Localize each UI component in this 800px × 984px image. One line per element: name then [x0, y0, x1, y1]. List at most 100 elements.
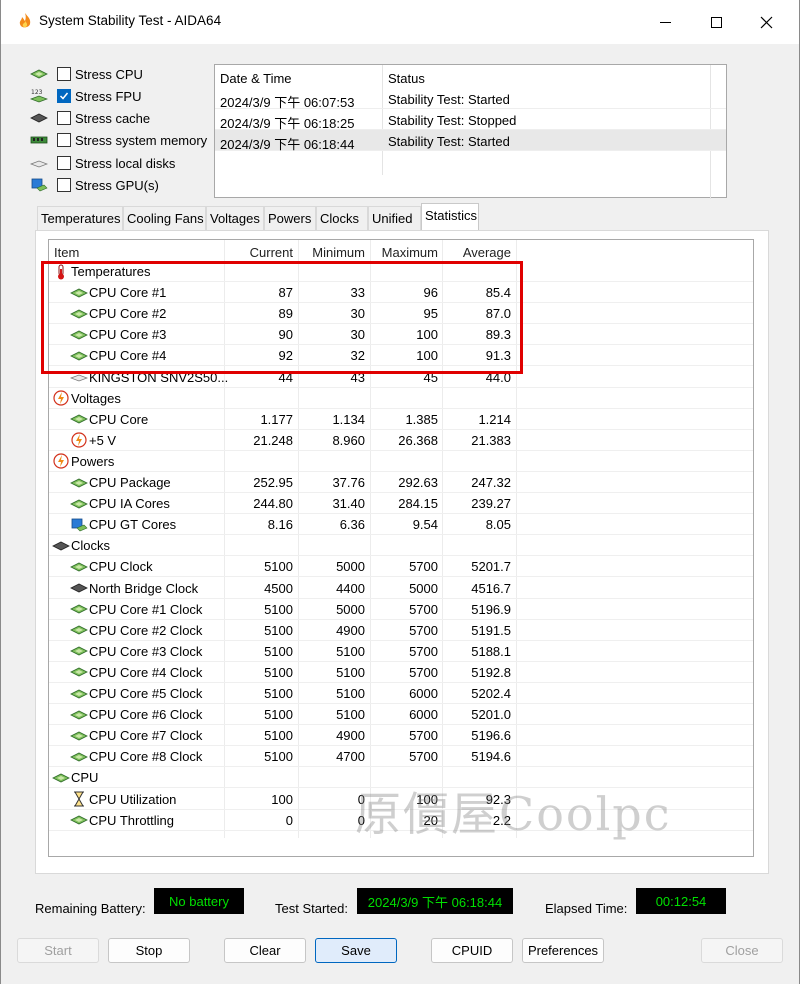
log-status: Stability Test: Stopped	[388, 113, 517, 128]
test-started-value: 2024/3/9 下午 06:18:44	[357, 888, 513, 914]
stats-item: CPU Throttling	[70, 813, 174, 828]
start-button[interactable]: Start	[17, 938, 99, 963]
tab-unified[interactable]: Unified	[368, 206, 421, 230]
tab-cooling-fans[interactable]: Cooling Fans	[123, 206, 206, 230]
stats-item: Powers	[52, 453, 114, 469]
stats-row[interactable]: CPU IA Cores 244.80 31.40 284.15 239.27	[49, 493, 753, 515]
stats-item-label: CPU Core #6 Clock	[89, 707, 203, 723]
stress-option[interactable]: Stress cache	[29, 108, 150, 128]
stats-current-value: 244.80	[253, 496, 293, 512]
log-header-status[interactable]: Status	[388, 71, 425, 86]
stats-row[interactable]: CPU Core #2 Clock 5100 4900 5700 5191.5	[49, 620, 753, 641]
cpu-chip-icon	[70, 602, 88, 616]
stress-option[interactable]: Stress local disks	[29, 153, 175, 173]
stats-row[interactable]: CPU Core #1 Clock 5100 5000 5700 5196.9	[49, 599, 753, 620]
preferences-button[interactable]: Preferences	[522, 938, 604, 963]
stress-option[interactable]: 123 Stress FPU	[29, 86, 141, 106]
stats-group-row[interactable]: Voltages	[49, 388, 753, 409]
stats-item: CPU Core #3 Clock	[70, 644, 202, 659]
close-button[interactable]: Close	[701, 938, 783, 963]
stats-item: CPU Clock	[70, 559, 153, 574]
stats-group-row[interactable]: Clocks	[49, 535, 753, 557]
stats-item: CPU Core #6 Clock	[70, 707, 202, 722]
stress-option-checkbox[interactable]	[57, 156, 71, 170]
stats-row[interactable]: CPU Core 1.177 1.134 1.385 1.214	[49, 409, 753, 430]
stress-option-checkbox[interactable]	[57, 111, 71, 125]
stats-item-label: CPU Core #2 Clock	[89, 622, 203, 638]
stats-minimum-value: 5100	[336, 686, 365, 701]
cpuid-button[interactable]: CPUID	[431, 938, 513, 963]
maximize-button[interactable]	[694, 8, 738, 36]
stop-button[interactable]: Stop	[108, 938, 190, 963]
log-row[interactable]: 2024/3/9 下午 06:18:44 Stability Test: Star…	[215, 130, 726, 152]
minimize-button[interactable]	[643, 8, 687, 36]
log-row[interactable]: 2024/3/9 下午 06:18:25 Stability Test: Stop…	[215, 109, 726, 131]
stress-option-checkbox[interactable]	[57, 89, 71, 103]
cpu-chip-icon	[70, 476, 88, 490]
stress-option-label[interactable]: Stress cache	[75, 111, 150, 126]
stats-row[interactable]: CPU Core #5 Clock 5100 5100 6000 5202.4	[49, 683, 753, 704]
cpu-chip-icon	[70, 497, 88, 511]
stats-group-row[interactable]: Powers	[49, 451, 753, 472]
stats-row[interactable]: CPU Core #7 Clock 5100 4900 5700 5196.6	[49, 725, 753, 747]
stress-option[interactable]: Stress CPU	[29, 64, 143, 84]
stress-option[interactable]: Stress GPU(s)	[29, 175, 159, 195]
stats-minimum-value: 5100	[336, 664, 365, 680]
stats-row[interactable]: CPU Clock 5100 5000 5700 5201.7	[49, 556, 753, 578]
stats-row[interactable]: CPU Core #4 Clock 5100 5100 5700 5192.8	[49, 662, 753, 683]
stress-option-checkbox[interactable]	[57, 133, 71, 147]
stress-option-label[interactable]: Stress system memory	[75, 133, 207, 148]
stats-average-value: 1.214	[478, 411, 511, 427]
stats-item: North Bridge Clock	[70, 581, 198, 596]
stats-maximum-value: 9.54	[412, 517, 438, 533]
stress-option-label[interactable]: Stress GPU(s)	[75, 178, 159, 193]
stats-average-value: 239.27	[471, 496, 511, 512]
tab-temperatures[interactable]: Temperatures	[37, 206, 123, 230]
fpu-icon-text: 123	[31, 89, 43, 96]
stress-option-label[interactable]: Stress CPU	[75, 67, 143, 82]
stats-row[interactable]: CPU Package 252.95 37.76 292.63 247.32	[49, 472, 753, 493]
stress-option-label[interactable]: Stress FPU	[75, 89, 141, 104]
memory-icon	[29, 132, 49, 148]
stats-row[interactable]: CPU Core #3 Clock 5100 5100 5700 5188.1	[49, 641, 753, 662]
stats-current-value: 0	[285, 812, 293, 828]
clear-button[interactable]: Clear	[224, 938, 306, 963]
stats-item: CPU Core #1 Clock	[70, 602, 202, 617]
stats-current-value: 5100	[264, 622, 293, 638]
log-header: Date & Time Status	[215, 67, 726, 88]
stats-row[interactable]: +5 V 21.248 8.960 26.368 21.383	[49, 430, 753, 451]
tab-powers[interactable]: Powers	[264, 206, 316, 230]
title-bar[interactable]: System Stability Test - AIDA64	[1, 0, 799, 44]
stats-item-label: CPU IA Cores	[89, 496, 170, 512]
stats-item-label: CPU Core #8 Clock	[89, 749, 203, 765]
close-window-button[interactable]	[744, 8, 788, 36]
stats-average-value: 5188.1	[471, 643, 511, 659]
stress-option-label[interactable]: Stress local disks	[75, 156, 175, 171]
stress-option-checkbox[interactable]	[57, 67, 71, 81]
stats-current-value: 5100	[264, 643, 293, 659]
stats-item-label: CPU Package	[89, 475, 171, 490]
stats-item: CPU Core #8 Clock	[70, 749, 202, 764]
lightning-icon	[70, 432, 88, 448]
stress-option-checkbox[interactable]	[57, 178, 71, 192]
stats-average-value: 21.383	[471, 432, 511, 448]
stats-row[interactable]: CPU GT Cores 8.16 6.36 9.54 8.05	[49, 514, 753, 536]
stats-item: CPU Core #5 Clock	[70, 686, 202, 701]
stats-row[interactable]: CPU Core #6 Clock 5100 5100 6000 5201.0	[49, 704, 753, 726]
stats-row[interactable]: North Bridge Clock 4500 4400 5000 4516.7	[49, 578, 753, 599]
stats-maximum-value: 5700	[409, 559, 438, 575]
log-row[interactable]: 2024/3/9 下午 06:07:53 Stability Test: Star…	[215, 88, 726, 110]
stats-average-value: 5202.4	[471, 686, 511, 701]
battery-label: Remaining Battery:	[35, 901, 146, 916]
log-header-datetime[interactable]: Date & Time	[220, 71, 292, 86]
cpu-chip-icon	[70, 750, 88, 764]
save-button[interactable]: Save	[315, 938, 397, 963]
stats-average-value: 5196.9	[471, 601, 511, 617]
stats-row[interactable]: CPU Core #8 Clock 5100 4700 5700 5194.6	[49, 746, 753, 768]
tab-voltages[interactable]: Voltages	[206, 206, 264, 230]
stress-option[interactable]: Stress system memory	[29, 130, 207, 150]
stats-current-value: 5100	[264, 749, 293, 765]
tab-statistics[interactable]: Statistics	[421, 203, 479, 230]
event-log[interactable]: Date & Time Status 2024/3/9 下午 06:07:53 S…	[214, 64, 727, 199]
tab-clocks[interactable]: Clocks	[316, 206, 368, 230]
